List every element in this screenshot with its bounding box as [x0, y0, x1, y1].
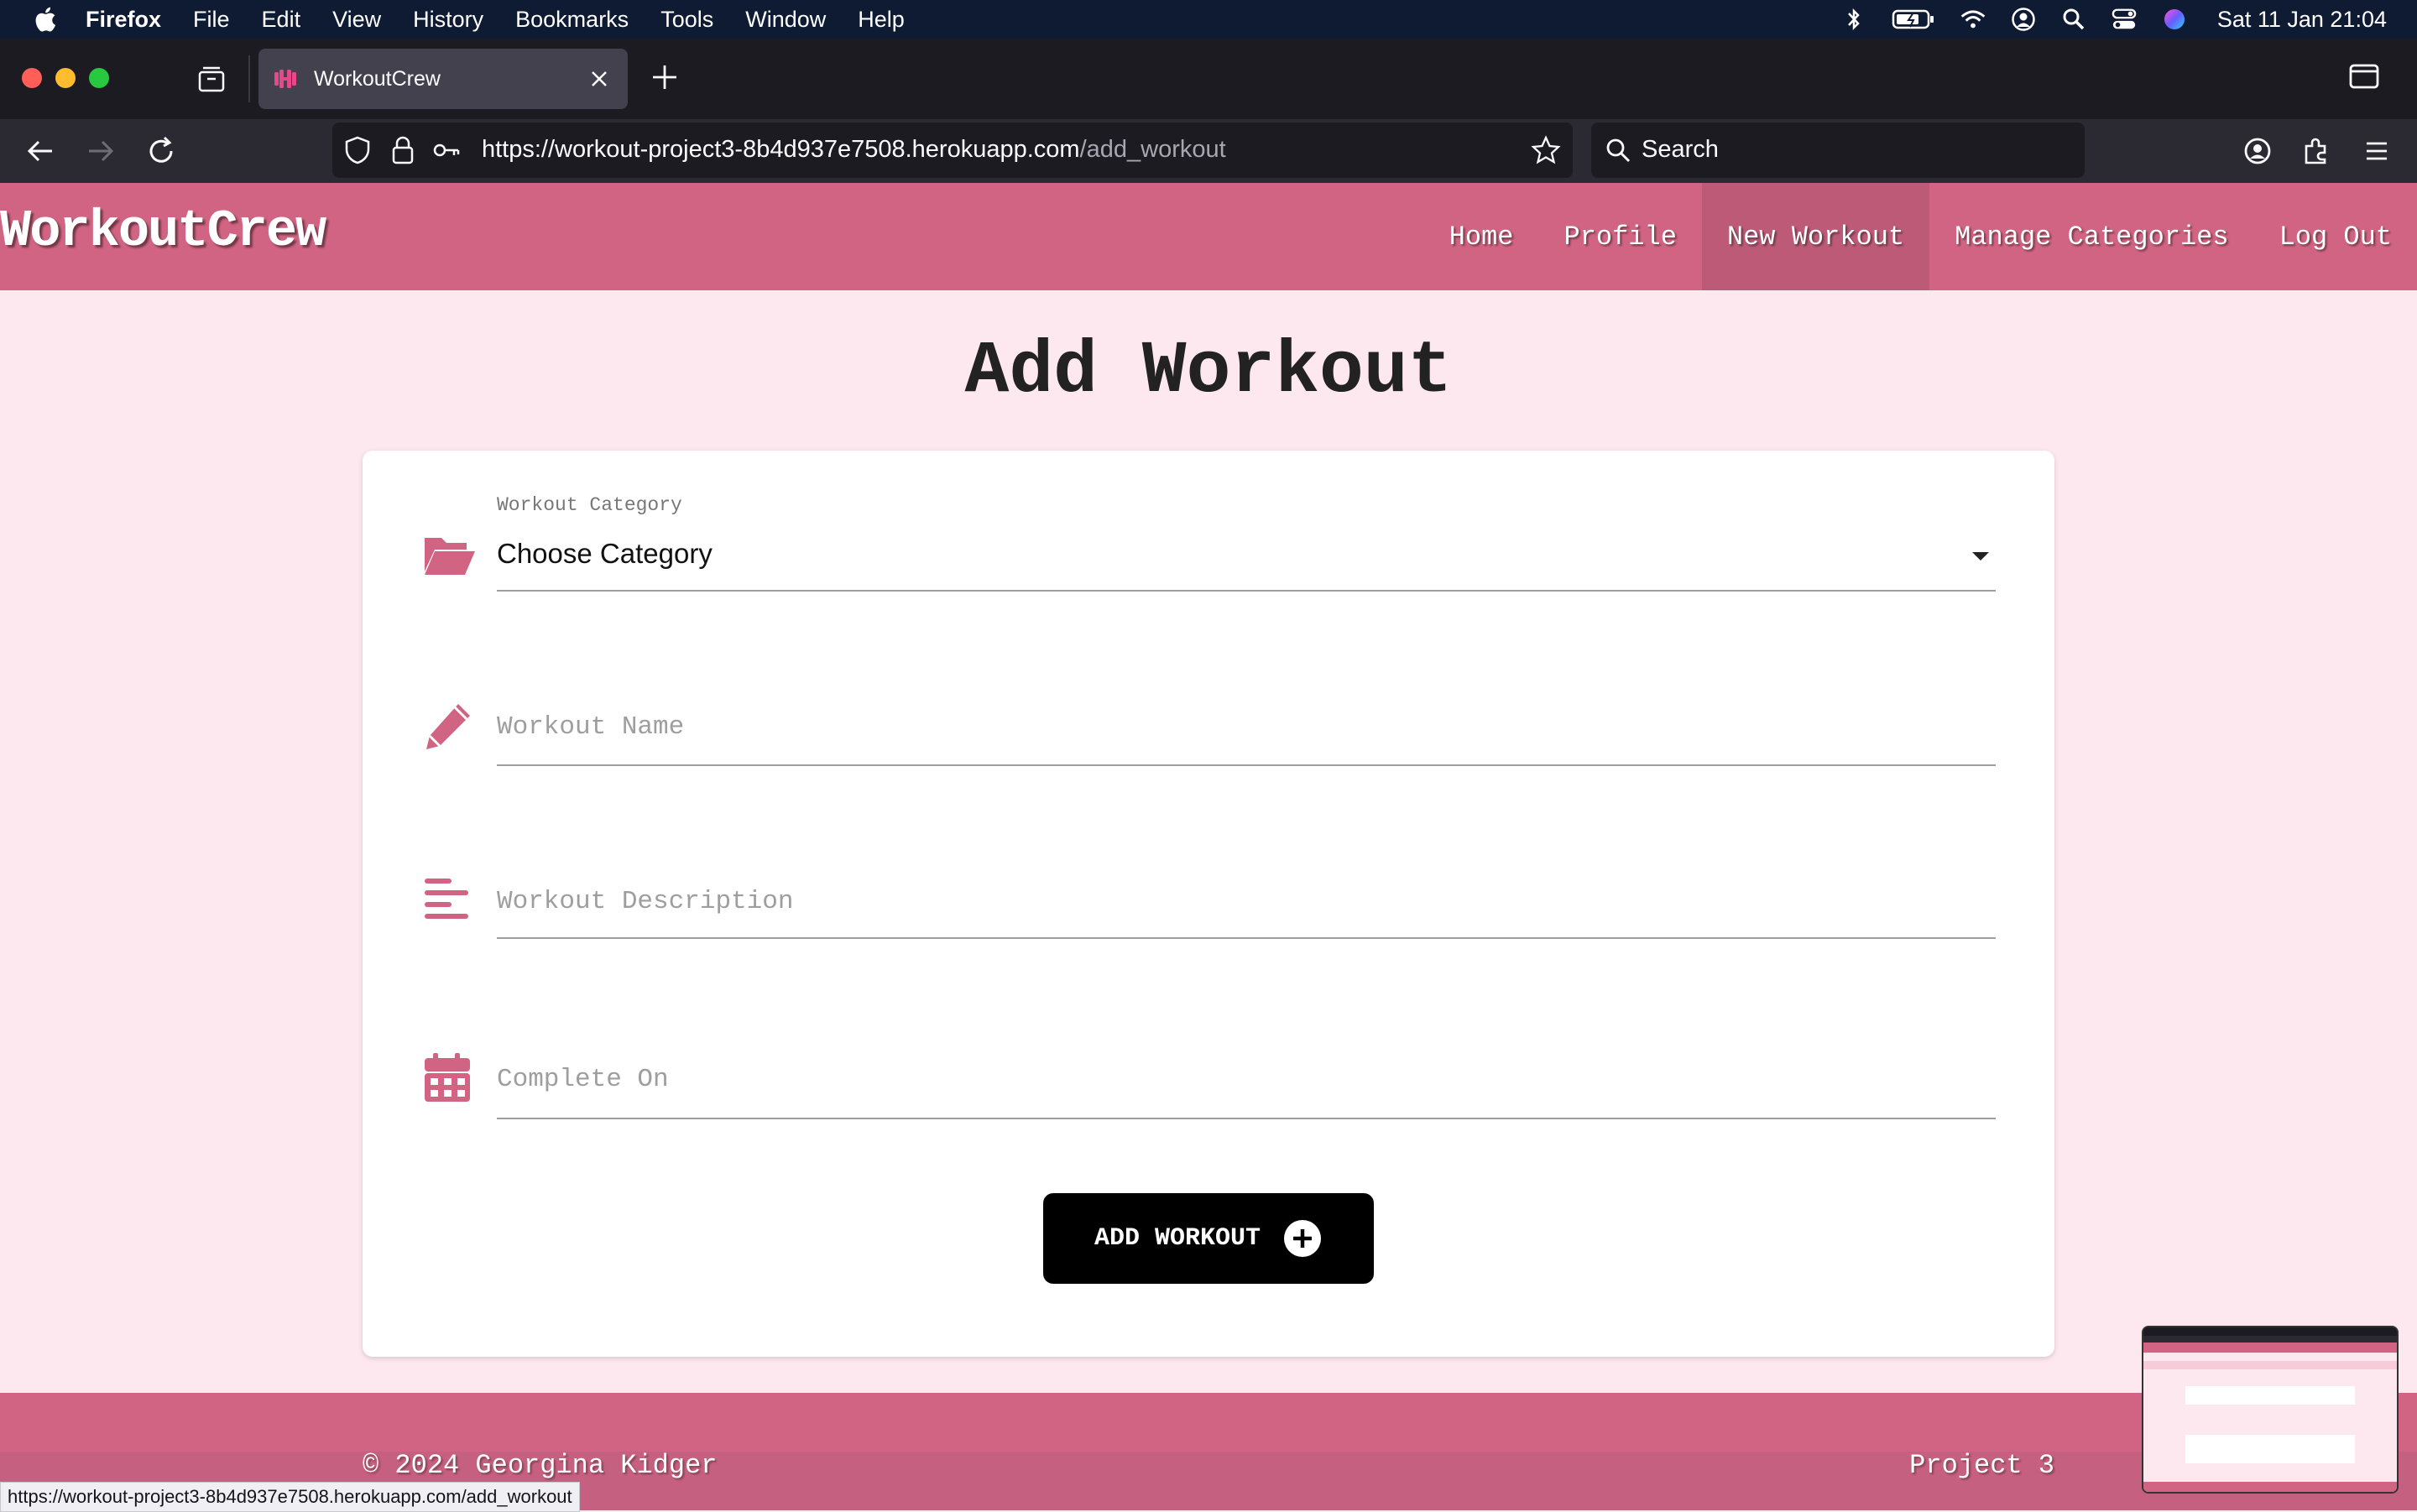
menu-window[interactable]: Window: [745, 7, 826, 33]
dumbbell-favicon-icon: [274, 70, 296, 88]
forward-arrow-icon[interactable]: [84, 134, 117, 168]
spotlight-search-icon[interactable]: [2061, 7, 2086, 32]
tracking-shield-icon[interactable]: [342, 135, 373, 165]
url-text[interactable]: https://workout-project3-8b4d937e7508.he…: [482, 136, 1226, 164]
nav-log-out[interactable]: Log Out: [2254, 183, 2417, 290]
category-underline: [497, 590, 1996, 592]
add-workout-button[interactable]: ADD WORKOUT: [1043, 1193, 1374, 1284]
plus-circle-icon: [1284, 1220, 1322, 1257]
menu-bar-clock[interactable]: Sat 11 Jan 21:04: [2217, 7, 2387, 33]
apple-icon[interactable]: [32, 5, 57, 34]
search-bar[interactable]: Search: [1591, 123, 2085, 178]
browser-tab-bar: WorkoutCrew: [0, 39, 2417, 119]
tab-separator: [248, 55, 250, 102]
workout-description-input[interactable]: Workout Description: [497, 887, 793, 916]
new-tab-plus-icon[interactable]: [650, 62, 680, 92]
page-title: Add Workout: [964, 331, 1453, 414]
back-arrow-icon[interactable]: [23, 134, 57, 168]
screenshot-thumbnail[interactable]: [2142, 1326, 2399, 1494]
complete-on-date-input[interactable]: Complete On: [497, 1065, 669, 1094]
extensions-puzzle-icon[interactable]: [2300, 134, 2333, 168]
search-icon: [1606, 138, 1631, 163]
footer-project: Project 3: [1909, 1450, 2054, 1481]
url-domain: https://workout-project3-8b4d937e7508.he…: [482, 136, 1080, 163]
workout-name-input[interactable]: Workout Name: [497, 712, 684, 742]
hamburger-menu-icon[interactable]: [2360, 134, 2394, 168]
category-select[interactable]: Choose Category: [497, 538, 713, 570]
wifi-icon[interactable]: [1960, 7, 1986, 32]
nav-profile[interactable]: Profile: [1538, 183, 1701, 290]
link-status-url: https://workout-project3-8b4d937e7508.he…: [0, 1482, 580, 1512]
battery-icon[interactable]: [1892, 7, 1935, 32]
window-minimize-button[interactable]: [55, 68, 76, 88]
menu-view[interactable]: View: [332, 7, 381, 33]
account-icon[interactable]: [2241, 134, 2274, 168]
add-workout-form: Workout Category Choose Category Workout…: [363, 451, 2054, 1357]
bookmark-star-icon[interactable]: [1531, 135, 1561, 165]
tab-title: WorkoutCrew: [314, 66, 441, 91]
window-close-button[interactable]: [22, 68, 42, 88]
brand-logo[interactable]: WorkoutCrew: [0, 201, 326, 261]
add-workout-button-label: ADD WORKOUT: [1094, 1224, 1261, 1253]
menu-history[interactable]: History: [413, 7, 483, 33]
nav-home[interactable]: Home: [1424, 183, 1539, 290]
footer-copyright: © 2024 Georgina Kidger: [363, 1450, 718, 1481]
thumbnail-preview-image: [2143, 1327, 2397, 1492]
browser-nav-bar: https://workout-project3-8b4d937e7508.he…: [0, 119, 2417, 183]
search-placeholder: Search: [1642, 136, 1719, 163]
menu-file[interactable]: File: [193, 7, 230, 33]
folder-open-icon: [425, 538, 475, 575]
url-bar[interactable]: https://workout-project3-8b4d937e7508.he…: [332, 123, 1573, 178]
window-zoom-button[interactable]: [89, 68, 109, 88]
text-align-left-icon: [425, 879, 468, 919]
tab-overview-icon[interactable]: [196, 64, 227, 94]
reload-icon[interactable]: [144, 134, 178, 168]
siri-icon[interactable]: [2162, 7, 2187, 32]
nav-new-workout[interactable]: New Workout: [1701, 183, 1930, 290]
user-account-icon[interactable]: [2011, 7, 2036, 32]
menu-edit[interactable]: Edit: [262, 7, 301, 33]
close-tab-icon[interactable]: [586, 65, 613, 92]
chevron-down-icon[interactable]: [1971, 550, 1991, 562]
category-label: Workout Category: [497, 494, 682, 516]
calendar-icon: [425, 1053, 470, 1102]
nav-manage-categories[interactable]: Manage Categories: [1929, 183, 2253, 290]
lock-icon[interactable]: [388, 135, 418, 165]
menu-help[interactable]: Help: [858, 7, 905, 33]
bluetooth-icon[interactable]: [1841, 7, 1866, 32]
menu-tools[interactable]: Tools: [660, 7, 713, 33]
url-path: /add_workout: [1079, 136, 1226, 163]
site-nav-links: Home Profile New Workout Manage Categori…: [1424, 183, 2417, 290]
status-icons: Sat 11 Jan 21:04: [1816, 0, 2387, 39]
window-view-icon[interactable]: [2348, 62, 2380, 91]
macos-menu-bar: Firefox File Edit View History Bookmarks…: [0, 0, 2417, 39]
menu-firefox[interactable]: Firefox: [86, 7, 161, 33]
complete-on-underline: [497, 1118, 1996, 1119]
pencil-icon: [426, 704, 470, 749]
name-underline: [497, 764, 1996, 766]
active-tab[interactable]: WorkoutCrew: [258, 49, 628, 109]
description-underline: [497, 937, 1996, 939]
site-header: WorkoutCrew Home Profile New Workout Man…: [0, 183, 2417, 290]
key-icon[interactable]: [431, 135, 462, 165]
control-center-icon[interactable]: [2112, 7, 2137, 32]
menu-bookmarks[interactable]: Bookmarks: [515, 7, 629, 33]
